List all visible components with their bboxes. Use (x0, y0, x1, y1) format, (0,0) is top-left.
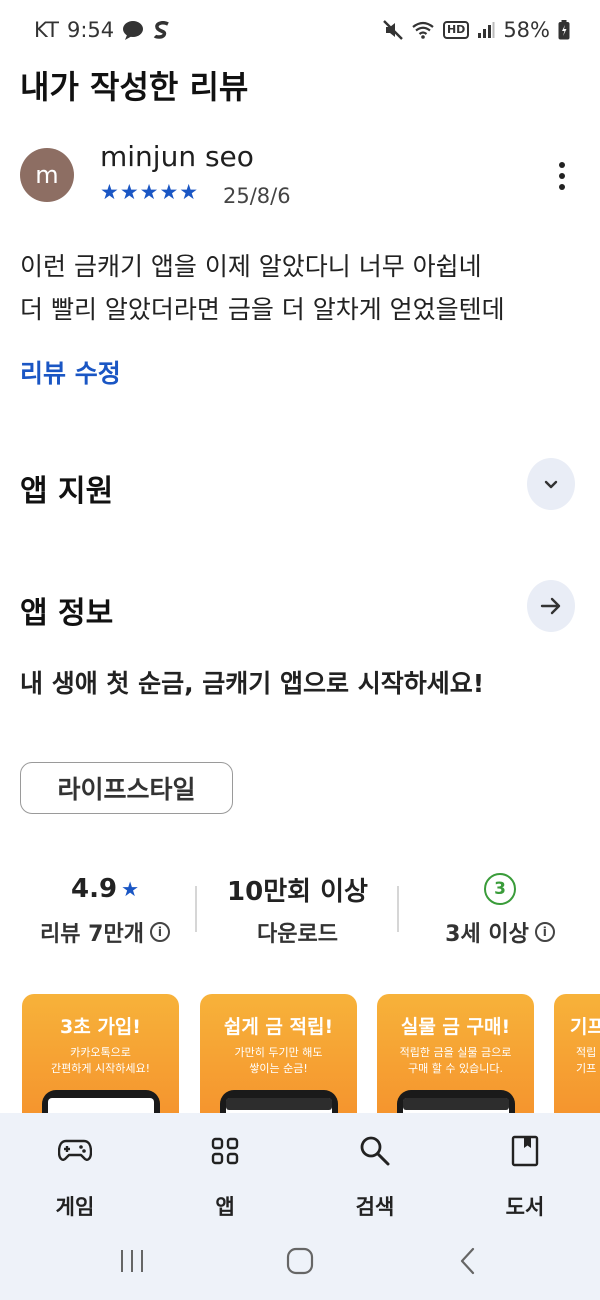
dot (559, 184, 565, 190)
nav-item-apps[interactable]: 앱 (170, 1129, 280, 1221)
rating-label-row: 리뷰 7만개 i (20, 916, 190, 948)
screenshot-subtitle: 가만히 두기만 해도 쌓이는 순금! (200, 1045, 357, 1077)
screenshot-subtitle-line: 기프 (576, 1062, 597, 1075)
phone-mockup (42, 1090, 160, 1114)
rating-value: 4.9 (71, 874, 118, 904)
review-date: 25/8/6 (223, 184, 291, 208)
age-stat[interactable]: 3 3세 이상 i (410, 868, 590, 948)
age-label: 3세 이상 (445, 922, 529, 947)
screenshot-card[interactable]: 실물 금 구매! 적립한 금을 실물 금으로 구매 할 수 있습니다. (377, 994, 534, 1114)
phone-mockup (220, 1090, 338, 1114)
screenshot-subtitle: 적립 기프 (554, 1045, 600, 1077)
age-value-row: 3 (410, 868, 590, 910)
screenshot-subtitle-line: 쌓이는 순금! (249, 1062, 308, 1075)
screenshot-card[interactable]: 3초 가입! 카카오톡으로 간편하게 시작하세요! (22, 994, 179, 1114)
screenshot-subtitle-line: 구매 할 수 있습니다. (408, 1062, 503, 1075)
screenshot-carousel[interactable]: 3초 가입! 카카오톡으로 간편하게 시작하세요! 쉽게 금 적립! 가만히 두… (22, 994, 600, 1114)
battery-icon (558, 20, 570, 40)
review-header: m minjun seo ★★★★★ 25/8/6 (20, 140, 580, 220)
mute-icon (383, 20, 403, 40)
apps-grid-icon (170, 1129, 280, 1173)
gamepad-icon (20, 1129, 130, 1173)
nav-label: 게임 (55, 1195, 95, 1219)
back-icon[interactable] (438, 1244, 498, 1278)
info-icon[interactable]: i (534, 922, 555, 942)
review-text: 이런 금캐기 앱을 이제 알았다니 너무 아쉽네 더 빨리 알았더라면 금을 더… (20, 245, 585, 331)
signal-icon (477, 21, 495, 39)
book-icon (470, 1129, 580, 1173)
screenshot-subtitle-line: 적립한 금을 실물 금으로 (399, 1046, 512, 1059)
phone-topbar (226, 1098, 332, 1110)
app-support-row[interactable]: 앱 지원 (20, 458, 575, 514)
review-text-line: 이런 금캐기 앱을 이제 알았다니 너무 아쉽네 (20, 252, 482, 281)
screenshot-subtitle-line: 카카오톡으로 (70, 1046, 131, 1059)
reviewer-name: minjun seo (100, 140, 254, 173)
hd-icon: HD (442, 21, 470, 39)
phone-topbar (403, 1098, 509, 1110)
nav-item-books[interactable]: 도서 (470, 1129, 580, 1221)
category-chip[interactable]: 라이프스타일 (20, 762, 233, 814)
star-icon: ★ (121, 877, 139, 901)
age-label-row: 3세 이상 i (410, 916, 590, 948)
star-rating: ★★★★★ (100, 180, 200, 204)
dot (559, 162, 565, 168)
downloads-value: 10만회 이상 (227, 876, 368, 907)
age-rating-badge: 3 (484, 873, 516, 905)
rating-stat[interactable]: 4.9 ★ 리뷰 7만개 i (20, 868, 190, 948)
screenshot-subtitle-line: 간편하게 시작하세요! (51, 1062, 150, 1075)
screenshot-title: 기프 (570, 1016, 600, 1038)
review-text-line: 더 빨리 알았더라면 금을 더 알차게 얻었을텐데 (20, 295, 505, 324)
divider (397, 886, 399, 932)
more-vert-icon[interactable] (544, 156, 580, 196)
phone-mockup (397, 1090, 515, 1114)
section-title-support: 앱 지원 (20, 474, 114, 509)
nav-item-games[interactable]: 게임 (20, 1129, 130, 1221)
chat-bubble-icon (122, 20, 144, 40)
screenshot-subtitle-line: 적립 (576, 1046, 597, 1059)
nav-label: 도서 (505, 1195, 545, 1219)
system-navigation (0, 1230, 600, 1290)
page-title: 내가 작성한 리뷰 (20, 68, 249, 106)
status-left: KT 9:54 (34, 18, 172, 42)
screenshot-title: 3초 가입! (60, 1016, 141, 1038)
chevron-down-icon[interactable] (527, 458, 575, 510)
battery-percent: 58% (503, 18, 550, 42)
downloads-label: 다운로드 (257, 922, 338, 947)
info-icon[interactable]: i (149, 922, 170, 942)
screenshot-card[interactable]: 쉽게 금 적립! 가만히 두기만 해도 쌓이는 순금! (200, 994, 357, 1114)
nav-label: 앱 (215, 1195, 235, 1219)
screenshot-subtitle: 적립한 금을 실물 금으로 구매 할 수 있습니다. (377, 1045, 534, 1077)
downloads-stat: 10만회 이상 다운로드 (205, 868, 390, 948)
recents-icon[interactable] (102, 1244, 162, 1278)
status-bar: KT 9:54 HD 58% (0, 0, 600, 60)
rating-label: 리뷰 7만개 (40, 922, 144, 947)
home-icon[interactable] (270, 1244, 330, 1278)
app-stats: 4.9 ★ 리뷰 7만개 i 10만회 이상 다운로드 3 3세 이상 i (0, 868, 600, 958)
app-description: 내 생애 첫 순금, 금캐기 앱으로 시작하세요! (20, 669, 485, 698)
status-right: HD 58% (383, 18, 570, 42)
screenshot-card[interactable]: 기프 적립 기프 (554, 994, 600, 1114)
clock: 9:54 (66, 18, 115, 42)
screenshot-subtitle-line: 가만히 두기만 해도 (234, 1046, 323, 1059)
rating-value-row: 4.9 ★ (20, 868, 190, 910)
carrier-label: KT (34, 18, 59, 42)
nav-label: 검색 (355, 1195, 395, 1219)
arrow-right-icon[interactable] (527, 580, 575, 632)
edit-review-button[interactable]: 리뷰 수정 (20, 354, 121, 390)
s-app-icon (152, 21, 172, 39)
screenshot-subtitle: 카카오톡으로 간편하게 시작하세요! (22, 1045, 179, 1077)
avatar: m (20, 148, 74, 202)
divider (195, 886, 197, 932)
wifi-icon (411, 21, 435, 39)
phone-screen (48, 1098, 154, 1114)
screenshot-title: 실물 금 구매! (400, 1016, 511, 1038)
search-icon (320, 1129, 430, 1173)
section-title-info: 앱 정보 (20, 596, 114, 631)
nav-item-search[interactable]: 검색 (320, 1129, 430, 1221)
dot (559, 173, 565, 179)
app-info-row[interactable]: 앱 정보 (20, 580, 575, 636)
screenshot-title: 쉽게 금 적립! (223, 1016, 334, 1038)
